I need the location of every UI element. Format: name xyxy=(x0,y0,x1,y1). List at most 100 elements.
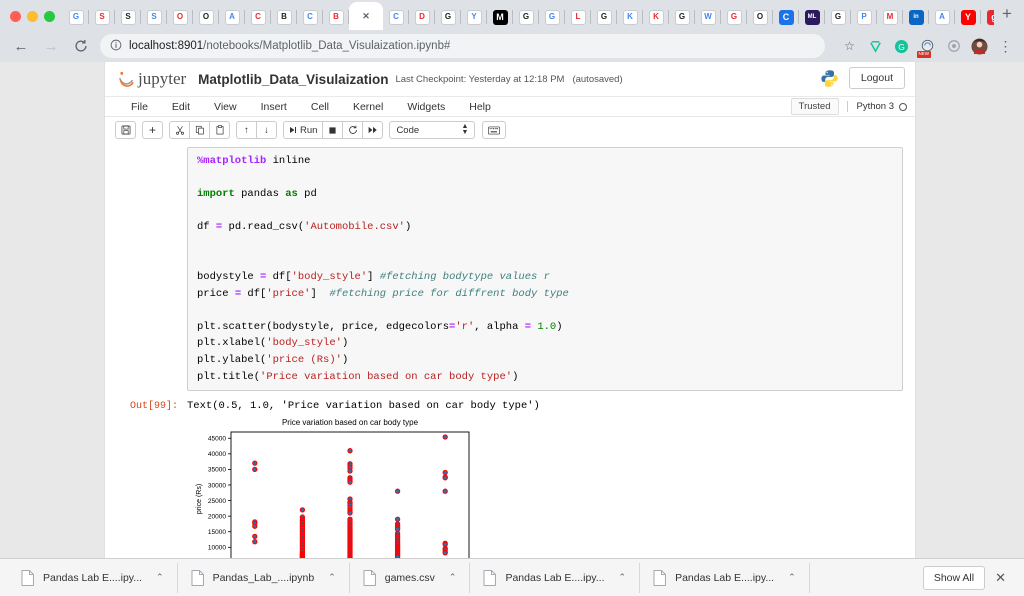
trusted-badge[interactable]: Trusted xyxy=(790,98,839,115)
browser-tab[interactable]: M xyxy=(877,4,903,30)
download-item[interactable]: Pandas Lab E....ipy... ⌃ xyxy=(8,562,178,593)
close-downloads-bar-button[interactable]: ✕ xyxy=(985,570,1016,586)
close-window-button[interactable] xyxy=(10,11,21,22)
menu-view[interactable]: View xyxy=(202,101,249,113)
interrupt-kernel-button[interactable] xyxy=(322,121,344,139)
profile-avatar[interactable] xyxy=(971,37,988,55)
download-item[interactable]: Pandas_Lab_....ipynb ⌃ xyxy=(178,562,350,593)
code-editor[interactable]: %matplotlib inline import pandas as pd d… xyxy=(187,147,903,392)
cell-type-select[interactable]: Code ▲ ▼ xyxy=(389,121,476,139)
menu-widgets[interactable]: Widgets xyxy=(395,101,457,113)
jupyter-logo[interactable]: jupyter xyxy=(117,69,186,89)
move-cell-down-button[interactable]: ↓ xyxy=(256,121,277,139)
browser-tab[interactable]: G xyxy=(669,4,695,30)
browser-tab[interactable]: P xyxy=(851,4,877,30)
browser-tab[interactable]: C xyxy=(773,4,799,30)
reload-button[interactable] xyxy=(70,35,92,57)
menu-insert[interactable]: Insert xyxy=(249,101,299,113)
new-tab-button[interactable]: + xyxy=(994,4,1020,30)
browser-tab[interactable]: O xyxy=(167,4,193,30)
browser-tab[interactable]: S xyxy=(115,4,141,30)
forward-button[interactable]: → xyxy=(40,35,62,57)
download-file-name: Pandas Lab E....ipy... xyxy=(43,571,143,584)
window-controls[interactable] xyxy=(6,11,63,30)
browser-menu-kebab-icon[interactable]: ⋮ xyxy=(997,38,1014,55)
browser-tab[interactable]: g xyxy=(981,4,994,30)
file-icon xyxy=(191,569,204,586)
browser-tab[interactable]: Y xyxy=(461,4,487,30)
browser-tab[interactable]: O xyxy=(747,4,773,30)
browser-tab[interactable]: B xyxy=(271,4,297,30)
browser-tab[interactable]: G xyxy=(513,4,539,30)
extension-new-icon[interactable]: NEW xyxy=(917,38,936,58)
browser-tab[interactable]: C xyxy=(297,4,323,30)
browser-tab[interactable]: B xyxy=(323,4,349,30)
browser-tab[interactable]: A xyxy=(929,4,955,30)
browser-tab[interactable]: K xyxy=(643,4,669,30)
command-palette-button[interactable] xyxy=(482,121,507,139)
restart-kernel-button[interactable] xyxy=(342,121,364,139)
minimize-window-button[interactable] xyxy=(27,11,38,22)
browser-tab[interactable]: G xyxy=(721,4,747,30)
download-item[interactable]: Pandas Lab E....ipy... ⌃ xyxy=(640,562,810,593)
browser-tab[interactable]: O xyxy=(193,4,219,30)
notebook-title[interactable]: Matplotlib_Data_Visulaization xyxy=(198,72,388,87)
active-browser-tab[interactable]: ✕ xyxy=(349,2,383,30)
copy-cell-button[interactable] xyxy=(189,121,210,139)
browser-tab[interactable]: G xyxy=(591,4,617,30)
logout-button[interactable]: Logout xyxy=(848,67,905,89)
menu-cell[interactable]: Cell xyxy=(299,101,341,113)
code-token: df xyxy=(197,221,216,234)
run-cell-button[interactable]: Run xyxy=(283,121,324,139)
back-button[interactable]: ← xyxy=(10,35,32,57)
save-button[interactable] xyxy=(115,121,136,139)
menu-file[interactable]: File xyxy=(119,101,160,113)
extension-icon[interactable] xyxy=(945,38,962,55)
menu-kernel[interactable]: Kernel xyxy=(341,101,395,113)
browser-tab[interactable]: in xyxy=(903,4,929,30)
grammarly-icon[interactable] xyxy=(867,38,884,55)
site-info-icon[interactable] xyxy=(110,39,122,54)
maximize-window-button[interactable] xyxy=(44,11,55,22)
browser-tab[interactable]: ML xyxy=(799,4,825,30)
menu-edit[interactable]: Edit xyxy=(160,101,202,113)
cut-cell-button[interactable] xyxy=(169,121,190,139)
download-menu-caret-icon[interactable]: ⌃ xyxy=(449,572,457,583)
browser-tab[interactable]: S xyxy=(141,4,167,30)
y-axis-tick-label: 20000 xyxy=(208,514,226,521)
browser-tab[interactable]: G xyxy=(539,4,565,30)
bookmark-star-icon[interactable]: ☆ xyxy=(841,38,858,55)
insert-cell-button[interactable]: + xyxy=(142,121,163,139)
show-all-downloads-button[interactable]: Show All xyxy=(922,565,986,590)
browser-tab[interactable]: W xyxy=(695,4,721,30)
paste-cell-button[interactable] xyxy=(209,121,230,139)
jupyter-icon: C xyxy=(302,9,318,25)
browser-tab[interactable]: A xyxy=(219,4,245,30)
move-cell-up-button[interactable]: ↑ xyxy=(236,121,257,139)
browser-tab[interactable]: L xyxy=(565,4,591,30)
address-bar[interactable]: localhost:8901/notebooks/Matplotlib_Data… xyxy=(100,34,825,58)
kernel-indicator[interactable]: Python 3 xyxy=(846,101,907,112)
download-menu-caret-icon[interactable]: ⌃ xyxy=(156,572,164,583)
browser-tab[interactable]: Y xyxy=(955,4,981,30)
restart-and-run-all-button[interactable] xyxy=(362,121,384,139)
browser-tab[interactable]: S xyxy=(89,4,115,30)
browser-tab[interactable]: K xyxy=(617,4,643,30)
download-item[interactable]: games.csv ⌃ xyxy=(350,562,471,593)
download-menu-caret-icon[interactable]: ⌃ xyxy=(619,572,627,583)
omnibox-icons: ☆ G NEW ⋮ xyxy=(833,37,1014,58)
browser-tab[interactable]: C xyxy=(383,4,409,30)
download-menu-caret-icon[interactable]: ⌃ xyxy=(788,572,796,583)
grammarly-g-icon[interactable]: G xyxy=(893,38,910,55)
browser-tab[interactable]: G xyxy=(435,4,461,30)
scatter-point xyxy=(442,434,448,440)
download-menu-caret-icon[interactable]: ⌃ xyxy=(328,572,336,583)
browser-tab[interactable]: C xyxy=(245,4,271,30)
browser-tab[interactable]: G xyxy=(63,4,89,30)
code-cell[interactable]: %matplotlib inline import pandas as pd d… xyxy=(105,147,915,392)
browser-tab[interactable]: G xyxy=(825,4,851,30)
browser-tab[interactable]: D xyxy=(409,4,435,30)
menu-help[interactable]: Help xyxy=(457,101,503,113)
browser-tab[interactable]: M xyxy=(487,4,513,30)
download-item[interactable]: Pandas Lab E....ipy... ⌃ xyxy=(470,562,641,593)
